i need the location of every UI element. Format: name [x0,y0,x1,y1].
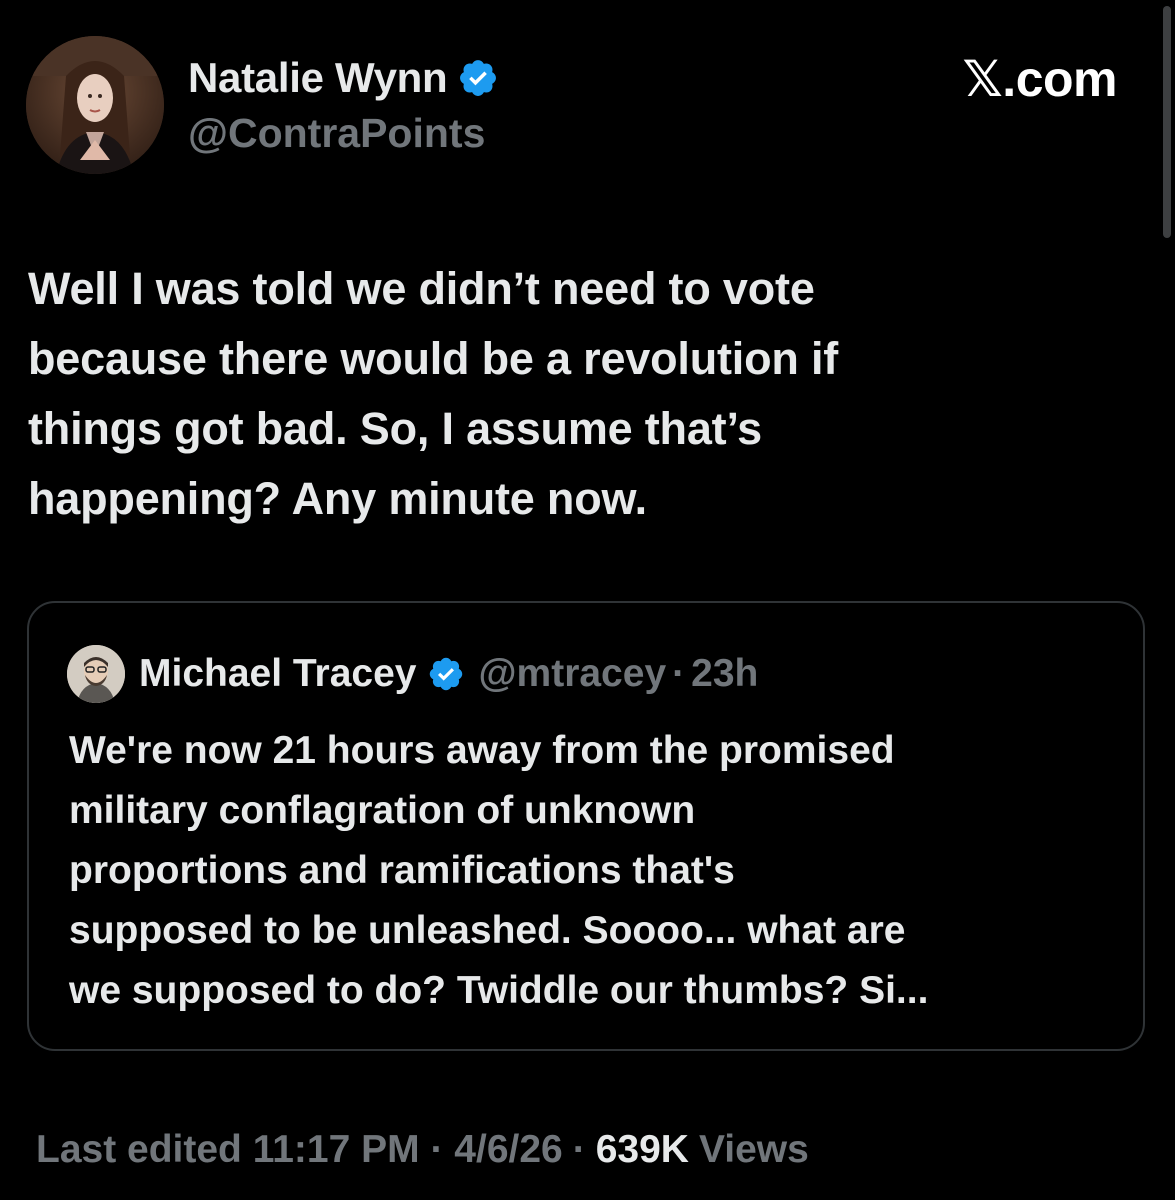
x-logo[interactable]: 𝕏.com [963,50,1118,108]
views-count: 639K [595,1128,689,1171]
tweet-text-line: because there would be a revolution if [28,333,839,384]
separator-dot: · [672,652,686,695]
quoted-tweet-timestamp[interactable]: 23h [691,652,758,696]
quoted-author-handle[interactable]: @mtracey [479,652,667,696]
quoted-tweet-header: Michael Tracey @mtracey · 23h [67,645,758,703]
quoted-tweet-text-line: proportions and ramifications that's [69,849,735,892]
verified-badge-icon [427,655,465,693]
tweet-text: Well I was told we didn’t need to vote b… [28,254,1028,534]
author-name[interactable]: Natalie Wynn [188,54,448,102]
scrollbar[interactable] [1163,6,1171,238]
quoted-tweet-text-line: military conflagration of unknown [69,789,696,832]
author-handle[interactable]: @ContraPoints [188,110,485,157]
verified-badge-icon [457,57,499,99]
quoted-tweet-text-line: We're now 21 hours away from the promise… [69,729,895,772]
quoted-author-name[interactable]: Michael Tracey [139,652,417,696]
tweet-text-line: Well I was told we didn’t need to vote [28,263,815,314]
author-name-row[interactable]: Natalie Wynn [188,52,499,104]
quoted-tweet-card[interactable]: Michael Tracey @mtracey · 23h We're now … [27,601,1145,1051]
quoted-tweet-text-line: supposed to be unleashed. Soooo... what … [69,909,906,952]
quoted-author-avatar[interactable] [67,645,125,703]
tweet-text-line: happening? Any minute now. [28,473,647,524]
views-label: Views [698,1128,809,1171]
tweet-meta: Last edited 11:17 PM · 4/6/26 · 639K Vie… [36,1128,809,1172]
author-avatar[interactable] [26,36,164,174]
quoted-tweet-text-line: we supposed to do? Twiddle our thumbs? S… [69,969,929,1012]
separator-dot: · [572,1128,586,1171]
tweet-text-line: things got bad. So, I assume that’s [28,403,762,454]
quoted-tweet-text: We're now 21 hours away from the promise… [69,721,1129,1021]
edited-timestamp[interactable]: Last edited 11:17 PM · 4/6/26 [36,1128,563,1172]
